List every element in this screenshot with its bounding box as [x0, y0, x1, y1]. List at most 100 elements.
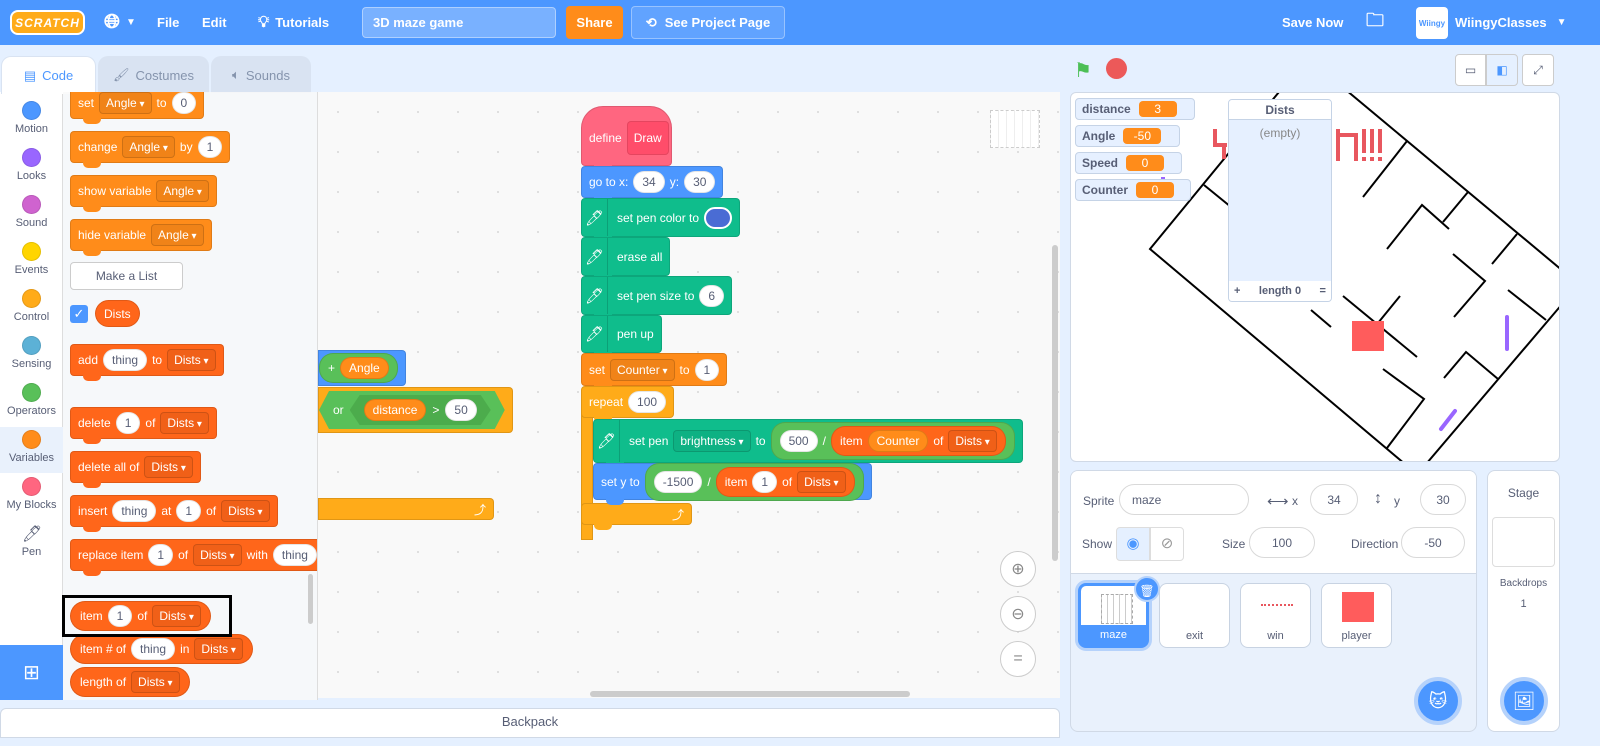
x-input[interactable]: 34 — [1310, 484, 1358, 515]
palette-block[interactable]: change Angleby 1 — [70, 131, 231, 168]
block-dropdown[interactable]: Dists — [160, 412, 209, 434]
block-input[interactable]: 50 — [445, 399, 476, 421]
see-project-page-button[interactable]: ⟲ See Project Page — [631, 6, 785, 39]
variable-monitor[interactable]: Counter 0 — [1075, 179, 1191, 201]
block-input[interactable]: 500 — [779, 430, 818, 452]
block-input[interactable]: 1 — [176, 500, 202, 522]
project-title-input[interactable] — [362, 7, 556, 38]
horizontal-scrollbar[interactable] — [590, 691, 910, 697]
palette-block[interactable]: hide variable Angle — [70, 219, 212, 256]
script-block[interactable]: + Angle — [318, 350, 406, 386]
show-sprite-button[interactable]: ◉ — [1116, 527, 1150, 561]
block-dropdown[interactable]: Angle — [151, 224, 204, 246]
folder-icon[interactable]: 🗀 — [1366, 0, 1384, 45]
block-input[interactable]: 6 — [699, 284, 725, 307]
language-menu[interactable]: 🌐︎ ▼ — [104, 0, 136, 45]
reporter-block[interactable]: Angle — [340, 357, 389, 379]
block-input[interactable]: 1 — [148, 544, 174, 566]
boolean-block[interactable]: distance >50 — [350, 395, 491, 425]
block-input[interactable]: 0 — [171, 92, 197, 114]
category-sensing[interactable]: Sensing — [0, 333, 63, 379]
category-motion[interactable]: Motion — [0, 98, 63, 144]
block-dropdown[interactable]: Dists — [221, 500, 270, 522]
palette-block[interactable]: set Angleto 0 — [70, 92, 205, 124]
tab-costumes[interactable]: 🖌︎ Costumes — [98, 56, 209, 93]
zoom-reset-button[interactable]: = — [1000, 641, 1036, 677]
reporter-block[interactable]: 500 / item Counter of Dists — [770, 422, 1015, 460]
block-dropdown[interactable]: Angle — [99, 92, 152, 114]
palette-block[interactable]: show variable Angle — [70, 175, 217, 212]
block-dropdown[interactable]: Dists — [797, 470, 846, 493]
list-monitor-dists[interactable]: Dists (empty) + length 0 = — [1228, 99, 1332, 302]
category-control[interactable]: Control — [0, 286, 63, 332]
variable-monitor[interactable]: Speed 0 — [1075, 152, 1182, 174]
block-input[interactable]: 1 — [115, 412, 141, 434]
category-my-blocks[interactable]: My Blocks — [0, 474, 63, 520]
boolean-block[interactable]: or distance >50 — [319, 391, 505, 429]
variable-monitor[interactable]: Angle -50 — [1075, 125, 1180, 147]
reporter-block[interactable]: item 1 of Dists — [715, 466, 855, 497]
script-block[interactable]: go to x: 34 y: 30 — [581, 166, 724, 203]
palette-block[interactable]: add thing to Dists — [70, 344, 224, 381]
y-input[interactable]: 30 — [1420, 484, 1466, 515]
tab-code[interactable]: ▤ Code — [1, 56, 96, 94]
zoom-in-button[interactable]: ⊕ — [1000, 551, 1036, 587]
sprite-thumbnail-win[interactable]: win — [1240, 583, 1311, 648]
direction-input[interactable]: -50 — [1401, 527, 1465, 558]
stop-button[interactable] — [1106, 58, 1127, 79]
vertical-scrollbar[interactable] — [1052, 245, 1058, 561]
hide-sprite-button[interactable]: ⊘ — [1150, 527, 1184, 561]
reporter-block[interactable]: Counter — [867, 430, 929, 452]
block-input[interactable]: 1 — [752, 470, 778, 493]
list-resize-handle[interactable]: = — [1320, 285, 1326, 297]
share-button[interactable]: Share — [566, 6, 623, 39]
sprite-thumbnail-player[interactable]: player — [1321, 583, 1392, 648]
script-block[interactable]: 🖊︎ set pen color to — [581, 198, 741, 242]
avatar[interactable]: Wiingy — [1416, 7, 1448, 39]
palette-block[interactable]: item # of thing in Dists — [70, 634, 253, 664]
account-menu[interactable]: WiingyClasses ▼ — [1455, 0, 1567, 45]
block-input[interactable]: thing — [112, 500, 157, 522]
edit-menu[interactable]: Edit — [202, 0, 227, 45]
script-block[interactable]: 🖊︎ set pen size to 6 — [581, 276, 733, 320]
list-visibility-checkbox[interactable]: ✓ — [70, 305, 88, 323]
list-add-button[interactable]: + — [1234, 285, 1240, 297]
stage[interactable]: distance 3 Angle -50 Speed 0 Counter 0 Dists (e… — [1070, 92, 1560, 462]
tutorials-button[interactable]: 💡︎ Tutorials — [258, 0, 329, 45]
block-input[interactable]: thing — [131, 638, 176, 660]
define-block[interactable]: define Draw — [581, 106, 672, 171]
block-dropdown[interactable]: Dists — [194, 638, 243, 660]
block-input[interactable]: 34 — [633, 171, 665, 193]
script-block[interactable]: or distance >50 — [318, 387, 513, 433]
scratch-logo[interactable]: SCRATCH — [10, 10, 85, 35]
delete-sprite-button[interactable]: 🗑︎ — [1134, 576, 1160, 602]
block-input[interactable]: -1500 — [653, 470, 703, 493]
category-events[interactable]: Events — [0, 239, 63, 285]
block-dropdown[interactable]: Dists — [167, 349, 216, 371]
script-block[interactable]: repeat 100 — [581, 386, 675, 423]
make-a-list-button[interactable]: Make a List — [70, 262, 183, 290]
custom-block-name[interactable]: Draw — [626, 121, 669, 155]
block-input[interactable]: 30 — [684, 171, 716, 193]
script-block[interactable]: set Counter to 1 — [581, 353, 728, 391]
zoom-out-button[interactable]: ⊖ — [1000, 596, 1036, 632]
category-operators[interactable]: Operators — [0, 380, 63, 426]
block-dropdown[interactable]: Counter — [610, 358, 675, 381]
script-block[interactable]: 🖊︎ set pen brightness to 500 / item Counter of Di… — [593, 419, 1023, 468]
save-now-button[interactable]: Save Now — [1282, 0, 1343, 45]
reporter-block[interactable]: -1500 / item 1 of Dists — [644, 462, 864, 501]
sprite-thumbnail-maze[interactable]: maze 🗑︎ — [1078, 576, 1160, 648]
block-dropdown[interactable]: Angle — [122, 136, 175, 158]
block-dropdown[interactable]: Angle — [156, 180, 209, 202]
palette-block[interactable]: length of Dists — [70, 667, 190, 697]
choose-backdrop-button[interactable]: 🖼︎ — [1500, 677, 1548, 725]
palette-block[interactable]: delete 1 of Dists — [70, 407, 217, 444]
block-dropdown[interactable]: Dists — [144, 456, 193, 478]
palette-scrollbar[interactable] — [308, 574, 313, 624]
large-stage-button[interactable]: ◧ — [1486, 54, 1518, 86]
script-block[interactable]: 🖊︎ pen up — [581, 315, 662, 358]
block-dropdown[interactable]: Dists — [131, 671, 180, 693]
choose-sprite-button[interactable]: 🐱︎ — [1414, 677, 1462, 725]
script-block[interactable]: 🖊︎ erase all — [581, 237, 671, 281]
script-block[interactable]: set y to -1500 / item 1 of Dists — [593, 462, 872, 505]
